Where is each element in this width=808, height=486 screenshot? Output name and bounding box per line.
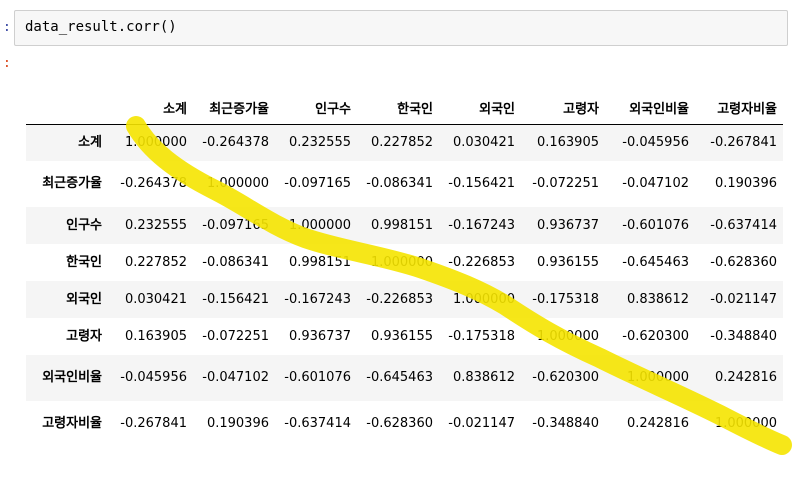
table-cell: 0.936155: [370, 328, 433, 344]
table-cell: -0.628360: [710, 254, 777, 270]
table-cell: 0.998151: [370, 217, 433, 233]
table-row: 최근증가율 -0.264378 1.000000 -0.097165 -0.08…: [26, 161, 783, 207]
table-cell: 1.000000: [370, 254, 433, 270]
table-header-row: 소계 최근증가율 인구수 한국인 외국인 고령자 외국인비율 고령자비율: [26, 74, 783, 125]
table-row: 소계 1.000000 -0.264378 0.232555 0.227852 …: [26, 124, 783, 161]
table-cell: 0.030421: [124, 291, 187, 307]
column-header: 외국인비율: [605, 74, 695, 125]
code-cell-editor[interactable]: data_result.corr(): [14, 10, 788, 46]
row-label: 고령자비율: [42, 416, 102, 431]
table-cell: -0.175318: [448, 328, 515, 344]
table-cell: -0.601076: [622, 217, 689, 233]
code-text[interactable]: data_result.corr(): [25, 19, 177, 35]
row-label: 외국인비율: [42, 370, 102, 385]
table-cell: 0.998151: [288, 254, 351, 270]
table-cell: 0.227852: [124, 254, 187, 270]
table-cell: -0.072251: [532, 176, 599, 191]
row-label: 한국인: [66, 254, 102, 270]
table-cell: -0.045956: [120, 370, 187, 385]
table-cell: 0.232555: [288, 134, 351, 150]
table-cell: 0.163905: [536, 134, 599, 150]
table-cell: 1.000000: [452, 291, 515, 307]
output-prompt: :: [3, 56, 11, 71]
table-cell: 0.227852: [370, 134, 433, 150]
table-cell: 0.838612: [626, 291, 689, 307]
correlation-table: 소계 최근증가율 인구수 한국인 외국인 고령자 외국인비율 고령자비율 소계 …: [26, 74, 783, 447]
index-header: [26, 74, 108, 125]
table-cell: -0.264378: [120, 176, 187, 191]
table-cell: -0.637414: [284, 416, 351, 431]
column-header: 소계: [108, 74, 193, 125]
table-row: 한국인 0.227852 -0.086341 0.998151 1.000000…: [26, 244, 783, 281]
row-label: 최근증가율: [42, 176, 102, 191]
table-cell: -0.620300: [532, 370, 599, 385]
table-cell: 0.163905: [124, 328, 187, 344]
table-cell: -0.645463: [366, 370, 433, 385]
table-row: 인구수 0.232555 -0.097165 1.000000 0.998151…: [26, 207, 783, 244]
column-header: 인구수: [275, 74, 357, 125]
table-cell: 0.232555: [124, 217, 187, 233]
table-cell: -0.620300: [622, 328, 689, 344]
table-cell: -0.086341: [366, 176, 433, 191]
table-cell: -0.167243: [448, 217, 515, 233]
table-cell: 0.242816: [626, 416, 689, 431]
table-cell: -0.226853: [448, 254, 515, 270]
row-label: 인구수: [66, 217, 102, 233]
table-cell: -0.156421: [202, 291, 269, 307]
table-cell: 0.030421: [452, 134, 515, 150]
table-cell: -0.097165: [202, 217, 269, 233]
table-cell: 0.936155: [536, 254, 599, 270]
table-cell: -0.175318: [532, 291, 599, 307]
table-cell: -0.086341: [202, 254, 269, 270]
table-cell: -0.021147: [448, 416, 515, 431]
column-header: 최근증가율: [193, 74, 275, 125]
table-cell: -0.045956: [622, 134, 689, 150]
table-cell: -0.226853: [366, 291, 433, 307]
table-cell: -0.348840: [710, 328, 777, 344]
table-cell: -0.348840: [532, 416, 599, 431]
table-cell: -0.645463: [622, 254, 689, 270]
table-cell: 0.936737: [288, 328, 351, 344]
table-cell: 0.242816: [714, 370, 777, 385]
column-header: 외국인: [439, 74, 521, 125]
table-cell: -0.601076: [284, 370, 351, 385]
table-cell: -0.047102: [622, 176, 689, 191]
table-cell: -0.267841: [710, 134, 777, 150]
table-cell: 1.000000: [714, 416, 777, 431]
table-cell: -0.072251: [202, 328, 269, 344]
table-cell: 1.000000: [124, 134, 187, 150]
table-cell: -0.047102: [202, 370, 269, 385]
table-row: 고령자 0.163905 -0.072251 0.936737 0.936155…: [26, 318, 783, 355]
table-cell: -0.167243: [284, 291, 351, 307]
row-label: 외국인: [66, 291, 102, 307]
table-row: 고령자비율 -0.267841 0.190396 -0.637414 -0.62…: [26, 401, 783, 447]
table-row: 외국인 0.030421 -0.156421 -0.167243 -0.2268…: [26, 281, 783, 318]
column-header: 고령자비율: [695, 74, 783, 125]
table-cell: 1.000000: [626, 370, 689, 385]
input-prompt: :: [3, 20, 11, 35]
table-cell: -0.097165: [284, 176, 351, 191]
table-cell: -0.637414: [710, 217, 777, 233]
table-cell: 1.000000: [288, 217, 351, 233]
column-header: 한국인: [357, 74, 439, 125]
table-row: 외국인비율 -0.045956 -0.047102 -0.601076 -0.6…: [26, 355, 783, 401]
column-header: 고령자: [521, 74, 605, 125]
row-label: 고령자: [66, 328, 102, 344]
table-cell: 0.190396: [714, 176, 777, 191]
table-cell: 0.190396: [206, 416, 269, 431]
table-cell: 1.000000: [206, 176, 269, 191]
table-cell: -0.021147: [710, 291, 777, 307]
table-cell: 0.936737: [536, 217, 599, 233]
table-cell: -0.267841: [120, 416, 187, 431]
table-cell: 1.000000: [536, 328, 599, 344]
table-cell: -0.156421: [448, 176, 515, 191]
table-cell: -0.264378: [202, 134, 269, 150]
row-label: 소계: [78, 134, 102, 150]
table-cell: -0.628360: [366, 416, 433, 431]
table-cell: 0.838612: [452, 370, 515, 385]
